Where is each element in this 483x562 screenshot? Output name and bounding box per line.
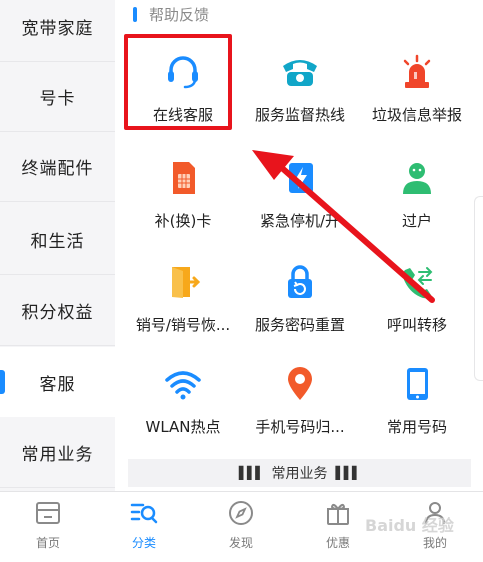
bars-icon: ▌▌▌	[238, 466, 265, 480]
bars-icon: ▌▌▌	[335, 466, 362, 480]
nav-label: 发现	[228, 536, 253, 550]
gift-icon	[323, 498, 353, 528]
nav-category[interactable]: 分类	[109, 498, 179, 558]
scroll-indicator[interactable]	[474, 196, 483, 381]
nav-home[interactable]: 首页	[13, 498, 83, 558]
nav-discover[interactable]: 发现	[206, 498, 276, 558]
subsection-title: 常用业务	[271, 466, 328, 482]
nav-label: 优惠	[325, 536, 350, 550]
nav-label: 分类	[131, 536, 156, 550]
subsection-header: ▌▌▌ 常用业务 ▌▌▌	[128, 459, 471, 487]
nav-label: 我的	[422, 536, 447, 550]
compass-icon	[226, 498, 256, 528]
category-search-icon	[129, 498, 159, 528]
watermark: Baidu 经验	[365, 516, 454, 535]
nav-label: 首页	[35, 536, 60, 550]
nav-offers[interactable]: 优惠	[303, 498, 373, 558]
home-icon	[33, 498, 63, 528]
